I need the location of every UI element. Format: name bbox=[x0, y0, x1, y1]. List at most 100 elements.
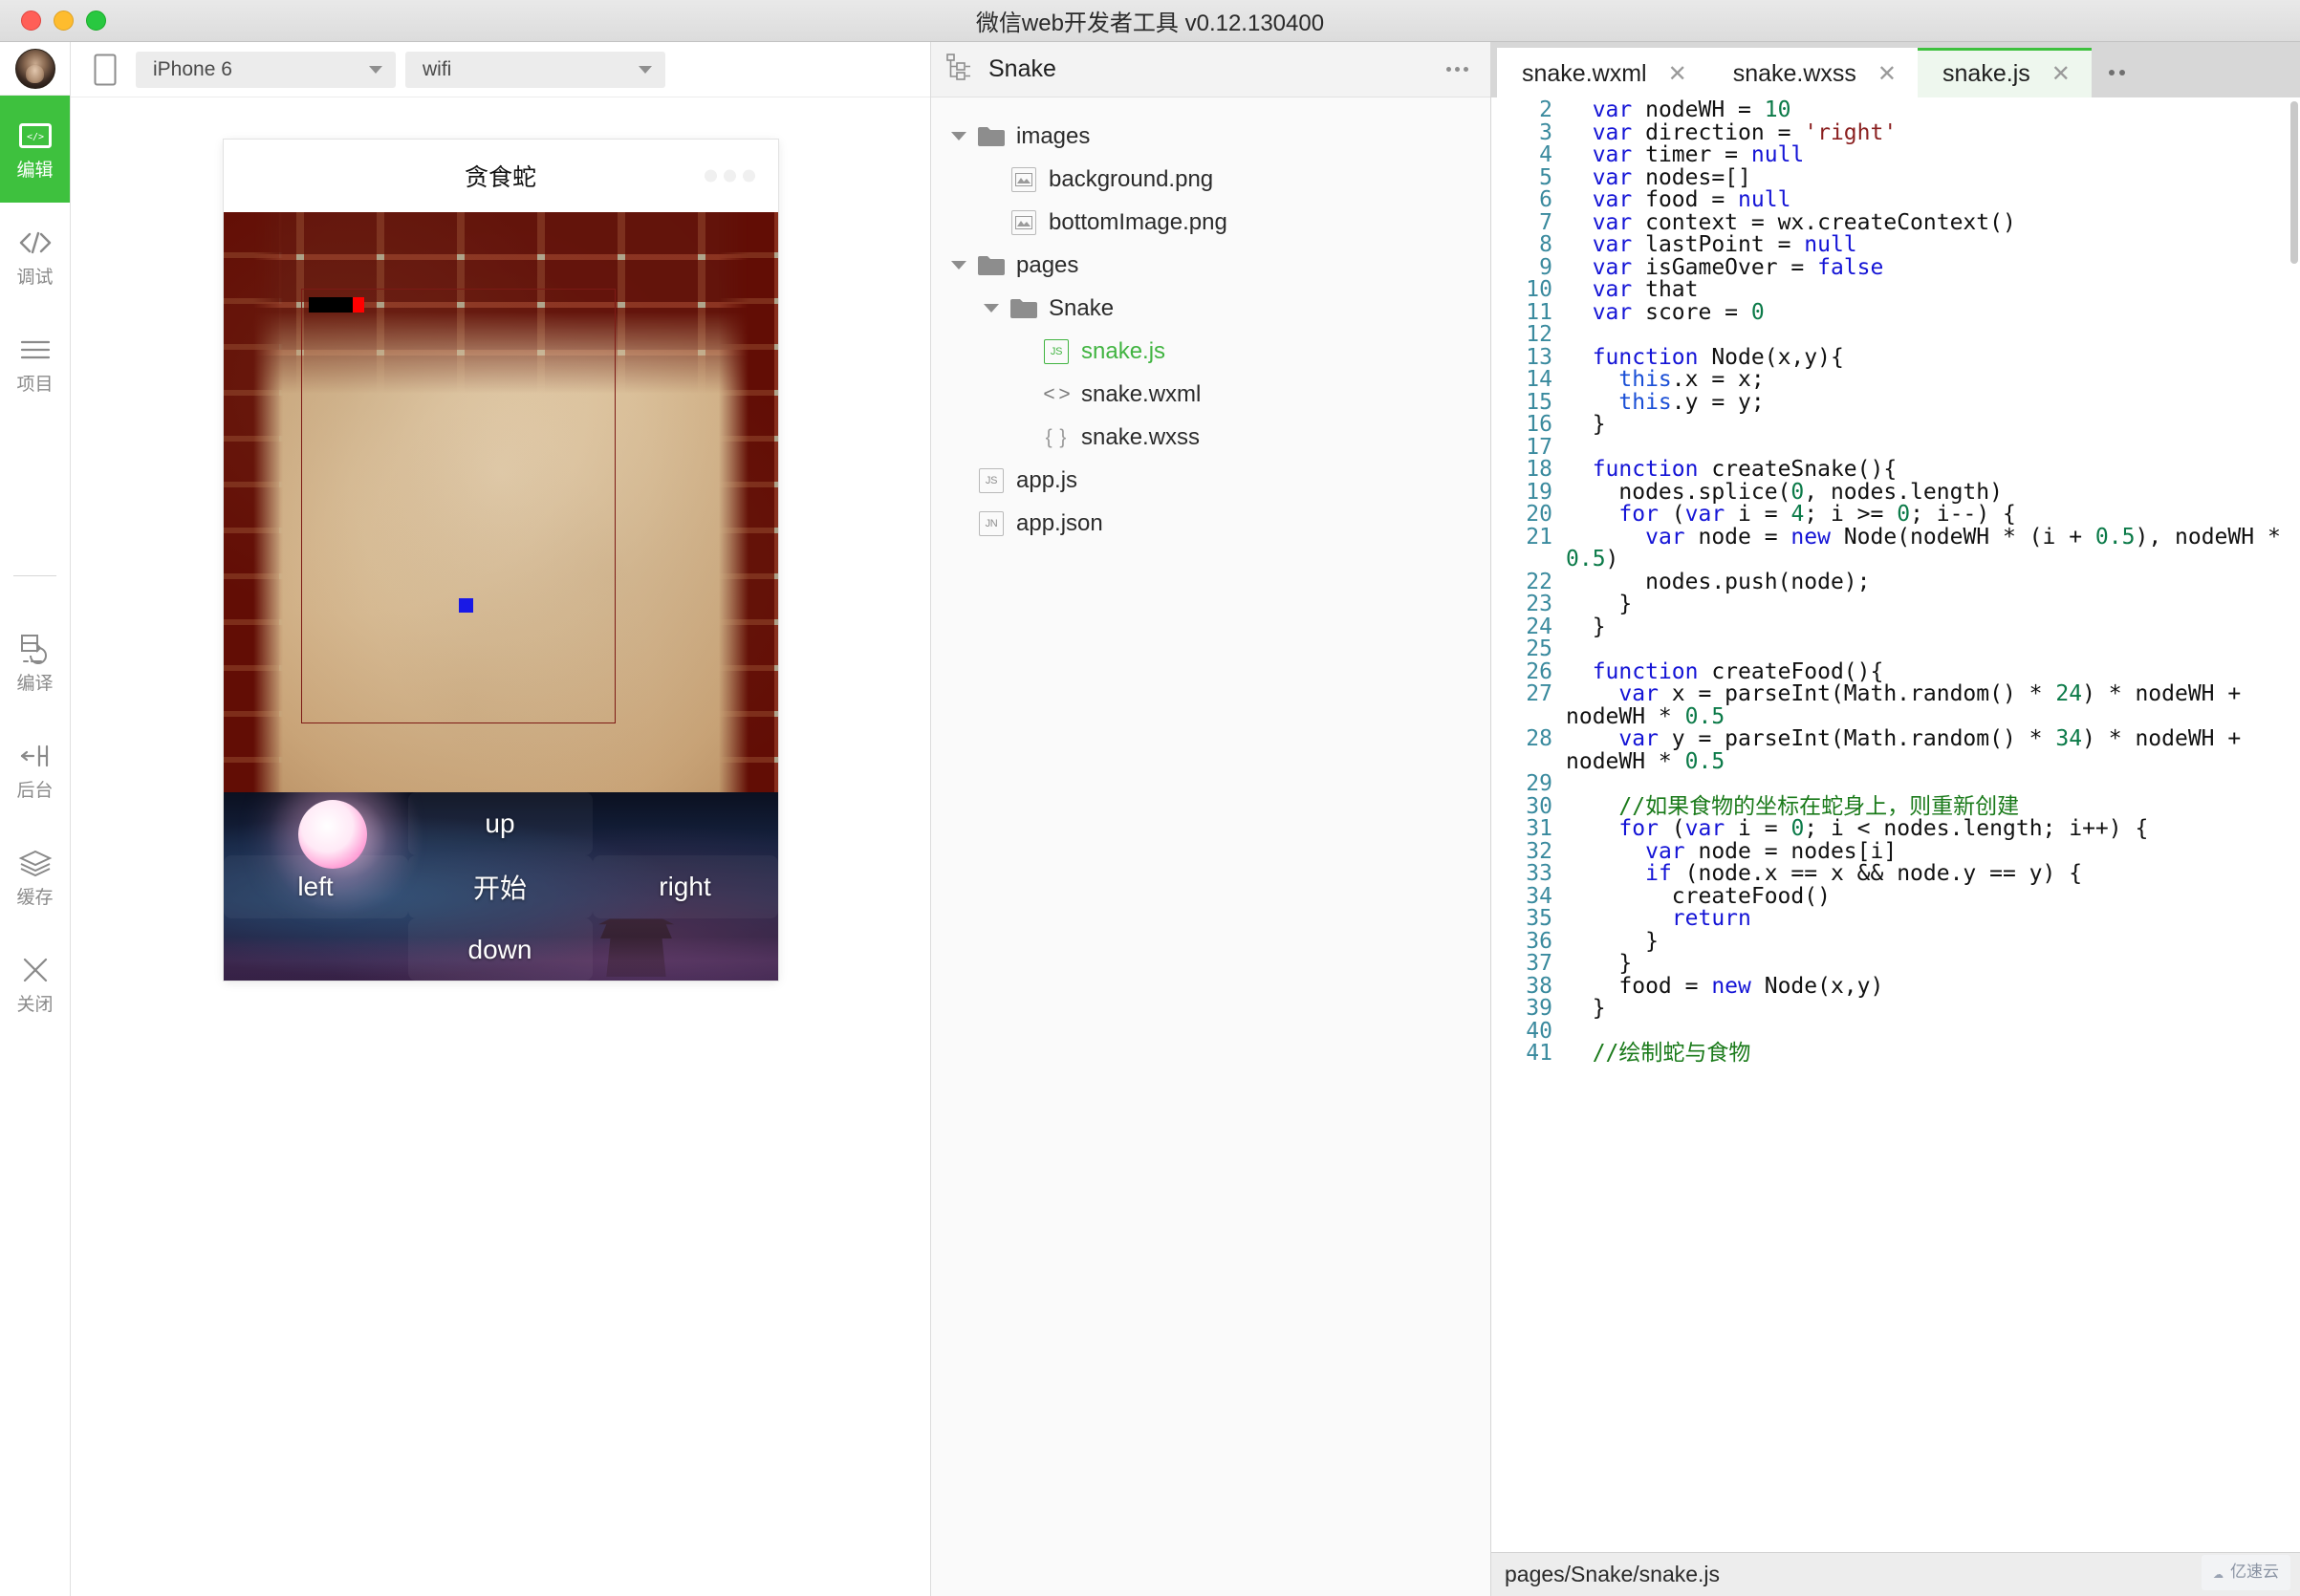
close-icon[interactable]: ✕ bbox=[1668, 62, 1687, 86]
code-line-text[interactable]: nodes.splice(0, nodes.length) bbox=[1566, 481, 2300, 505]
more-dots-icon[interactable] bbox=[1441, 54, 1473, 86]
code-line-text[interactable]: var score = 0 bbox=[1566, 301, 2300, 325]
tree-file-row[interactable]: background.png bbox=[931, 158, 1490, 201]
snake-food bbox=[458, 598, 473, 613]
sidebar-item-compile[interactable]: 编译 bbox=[0, 609, 70, 716]
code-line-text[interactable]: nodes.push(node); bbox=[1566, 571, 2300, 594]
game-canvas-area[interactable] bbox=[223, 212, 778, 792]
code-line-text[interactable]: var nodeWH = 10 bbox=[1566, 98, 2300, 122]
code-line-text[interactable]: var timer = null bbox=[1566, 143, 2300, 167]
close-icon[interactable]: ✕ bbox=[1877, 62, 1897, 86]
code-line-text[interactable]: } bbox=[1566, 930, 2300, 954]
editor-tab[interactable]: snake.wxss ✕ bbox=[1707, 48, 1919, 97]
editor-tab[interactable]: snake.js ✕ bbox=[1918, 48, 2092, 97]
tree-folder-row[interactable]: Snake bbox=[931, 287, 1490, 330]
tree-file-row[interactable]: bottomImage.png bbox=[931, 201, 1490, 244]
code-editor[interactable]: 2 var nodeWH = 10 3 var direction = 'righ… bbox=[1491, 97, 2300, 1596]
sidebar-item-cache[interactable]: 缓存 bbox=[0, 823, 70, 930]
sidebar-item-debug[interactable]: 调试 bbox=[0, 203, 70, 310]
code-line-text[interactable]: createFood() bbox=[1566, 885, 2300, 909]
code-line-text[interactable]: //绘制蛇与食物 bbox=[1566, 1042, 2300, 1066]
code-line-text[interactable]: } bbox=[1566, 615, 2300, 639]
code-line-text[interactable]: } bbox=[1566, 413, 2300, 437]
tree-file-row[interactable]: JN app.json bbox=[931, 502, 1490, 545]
editor-pane: snake.wxml ✕ snake.wxss ✕ snake.js ✕ 2 var no… bbox=[1491, 42, 2300, 1596]
tree-disclosure-triangle-icon[interactable] bbox=[948, 132, 969, 140]
phone-outline-icon bbox=[84, 54, 126, 86]
minimize-window-button[interactable] bbox=[54, 11, 74, 31]
code-line-text[interactable]: function createSnake(){ bbox=[1566, 458, 2300, 482]
line-number: 26 bbox=[1526, 658, 1552, 684]
code-line-text[interactable]: var node = nodes[i] bbox=[1566, 840, 2300, 864]
code-line-text[interactable] bbox=[1566, 1021, 2300, 1044]
code-line-text[interactable]: for (var i = 0; i < nodes.length; i++) { bbox=[1566, 817, 2300, 841]
code-line-text[interactable]: var node = new Node(nodeWH * (i + 0.5), … bbox=[1566, 526, 2300, 572]
sidebar-item-close[interactable]: 关闭 bbox=[0, 930, 70, 1037]
code-line-text[interactable]: } bbox=[1566, 997, 2300, 1021]
code-line-text[interactable]: var that bbox=[1566, 278, 2300, 302]
code-line-text[interactable]: if (node.x == x && node.y == y) { bbox=[1566, 862, 2300, 886]
left-rail: </> 编辑 调试 项目 编译 后台 缓存 关闭 bbox=[0, 42, 71, 1596]
sidebar-item-label: 后台 bbox=[16, 780, 54, 801]
tab-overflow-icon[interactable] bbox=[2092, 48, 2142, 97]
tree-file-row[interactable]: JS app.js bbox=[931, 459, 1490, 502]
sidebar-item-edit[interactable]: </> 编辑 bbox=[0, 96, 70, 203]
code-line-text[interactable] bbox=[1566, 324, 2300, 347]
sidebar-item-label: 编译 bbox=[16, 673, 54, 694]
network-select[interactable]: wifi bbox=[405, 51, 665, 88]
device-select-value: iPhone 6 bbox=[153, 57, 232, 80]
device-select[interactable]: iPhone 6 bbox=[136, 51, 396, 88]
tree-item-label: snake.wxss bbox=[1081, 423, 1201, 450]
control-up-label: up bbox=[485, 809, 515, 838]
editor-scrollbar[interactable] bbox=[2290, 101, 2298, 264]
code-line-text[interactable]: var direction = 'right' bbox=[1566, 121, 2300, 145]
close-icon[interactable]: ✕ bbox=[2051, 62, 2071, 86]
sidebar-item-background[interactable]: 后台 bbox=[0, 716, 70, 823]
code-line-text[interactable]: } bbox=[1566, 952, 2300, 976]
tree-file-row[interactable]: { } snake.wxss bbox=[931, 416, 1490, 459]
code-line-text[interactable]: } bbox=[1566, 593, 2300, 616]
code-line-text[interactable]: var food = null bbox=[1566, 188, 2300, 212]
close-window-button[interactable] bbox=[21, 11, 41, 31]
code-line-text[interactable]: var y = parseInt(Math.random() * 34) * n… bbox=[1566, 727, 2300, 773]
angle-brackets-icon bbox=[18, 226, 53, 259]
line-number: 5 bbox=[1539, 164, 1552, 190]
code-line-text[interactable]: var context = wx.createContext() bbox=[1566, 211, 2300, 235]
tree-disclosure-triangle-icon[interactable] bbox=[981, 304, 1002, 313]
code-line-text[interactable]: return bbox=[1566, 907, 2300, 931]
code-line-text[interactable]: var x = parseInt(Math.random() * 24) * n… bbox=[1566, 682, 2300, 728]
code-line-text[interactable] bbox=[1566, 773, 2300, 796]
code-line: 26 function createFood(){ bbox=[1491, 658, 2300, 684]
tree-disclosure-triangle-icon[interactable] bbox=[948, 261, 969, 270]
tree-file-row[interactable]: < > snake.wxml bbox=[931, 373, 1490, 416]
code-line: 38 food = new Node(x,y) bbox=[1491, 975, 2300, 999]
avatar[interactable] bbox=[14, 48, 55, 89]
tree-folder-row[interactable]: pages bbox=[931, 244, 1490, 287]
code-line-text[interactable] bbox=[1566, 437, 2300, 460]
code-line: 33 if (node.x == x && node.y == y) { bbox=[1491, 862, 2300, 886]
control-right-button[interactable]: right bbox=[592, 855, 778, 918]
sidebar-item-project[interactable]: 项目 bbox=[0, 310, 70, 417]
line-number: 2 bbox=[1539, 97, 1552, 122]
code-line-text[interactable]: for (var i = 4; i >= 0; i--) { bbox=[1566, 503, 2300, 527]
code-line-text[interactable]: food = new Node(x,y) bbox=[1566, 975, 2300, 999]
status-file-path: pages/Snake/snake.js bbox=[1505, 1561, 1721, 1586]
control-start-button[interactable]: 开始 bbox=[407, 855, 593, 918]
tree-file-row[interactable]: JS snake.js bbox=[931, 330, 1490, 373]
maximize-window-button[interactable] bbox=[86, 11, 106, 31]
code-line-text[interactable]: var lastPoint = null bbox=[1566, 233, 2300, 257]
control-down-button[interactable]: down bbox=[407, 918, 593, 981]
code-line-text[interactable]: var isGameOver = false bbox=[1566, 256, 2300, 280]
code-line-text[interactable]: var nodes=[] bbox=[1566, 166, 2300, 190]
tree-folder-row[interactable]: images bbox=[931, 115, 1490, 158]
code-line-text[interactable]: this.x = x; bbox=[1566, 368, 2300, 392]
code-line-text[interactable] bbox=[1566, 638, 2300, 661]
control-up-button[interactable]: up bbox=[407, 792, 593, 855]
editor-tab[interactable]: snake.wxml ✕ bbox=[1497, 48, 1708, 97]
snake-play-field[interactable] bbox=[300, 289, 616, 723]
code-line-text[interactable]: function createFood(){ bbox=[1566, 660, 2300, 684]
code-line-text[interactable]: //如果食物的坐标在蛇身上，则重新创建 bbox=[1566, 795, 2300, 819]
code-line-text[interactable]: this.y = y; bbox=[1566, 391, 2300, 415]
control-left-button[interactable]: left bbox=[223, 855, 408, 918]
code-line-text[interactable]: function Node(x,y){ bbox=[1566, 346, 2300, 370]
